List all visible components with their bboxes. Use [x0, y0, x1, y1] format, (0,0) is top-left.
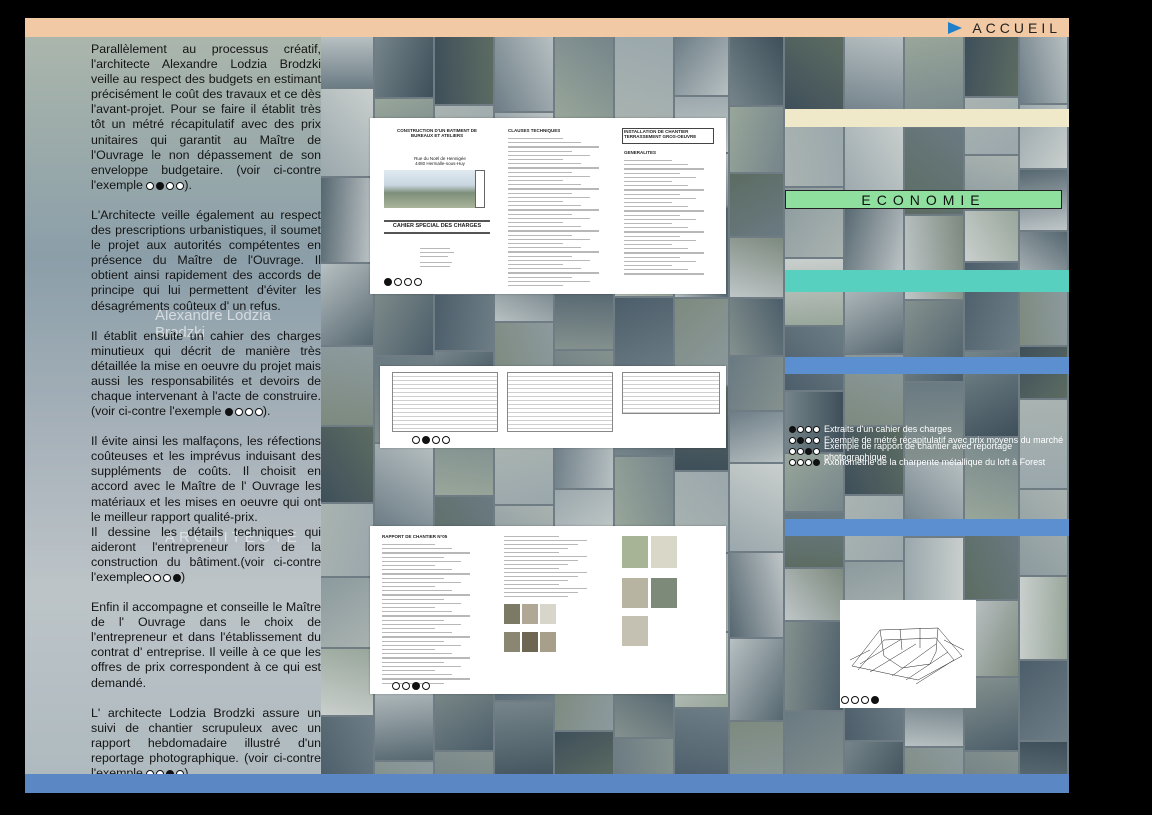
building-rendering-image — [384, 170, 484, 208]
photo-tile — [1020, 37, 1067, 103]
photo-tile — [321, 89, 373, 176]
photo-tile — [845, 121, 903, 200]
photo-tile — [785, 622, 843, 710]
top-bar: ACCUEIL — [25, 18, 1069, 37]
doc-col3-subtitle: GENERALITES — [624, 150, 657, 155]
example-dots-cahier — [224, 408, 263, 417]
example-dots-axo — [142, 574, 181, 582]
paragraph-budget: Parallèlement au processus créatif, l'ar… — [91, 42, 321, 192]
bottom-bar — [25, 774, 1069, 793]
accueil-nav-link[interactable]: ACCUEIL — [948, 18, 1061, 37]
legend-dots-icon — [789, 459, 820, 466]
photo-tile — [615, 37, 673, 125]
accueil-label: ACCUEIL — [972, 19, 1061, 36]
section-title-economie: ECONOMIE — [785, 190, 1062, 209]
photo-tile — [675, 709, 728, 780]
paragraph-malfacons: Il évite ainsi les malfaçons, les réfect… — [91, 434, 321, 524]
doc-dots — [384, 278, 422, 286]
photo-tile — [435, 37, 493, 104]
legend-item: Extraits d'un cahier des charges — [789, 424, 1069, 435]
photo-tile — [785, 259, 843, 325]
photo-tile — [321, 178, 373, 262]
photo-tile — [730, 174, 783, 236]
legend-label: Axonométrie de la charpente métallique d… — [824, 457, 1046, 467]
photo-tile — [965, 37, 1018, 96]
legend-dots-icon — [789, 426, 820, 433]
photo-tile — [1020, 291, 1067, 345]
paragraph-suivi: L' architecte Lodzia Brodzki assure un s… — [91, 706, 321, 781]
photo-tile — [785, 37, 843, 112]
legend-label: Extraits d'un cahier des charges — [824, 424, 952, 434]
photo-tile — [730, 464, 783, 551]
photo-tile — [845, 37, 903, 119]
legend-item: Axonométrie de la charpente métallique d… — [789, 457, 1069, 468]
doc-col3-title: INSTALLATION DE CHANTIER TERRASSEMENT GR… — [624, 129, 697, 139]
photo-tile — [730, 238, 783, 297]
photo-tile — [905, 538, 963, 609]
cahier-des-charges-document[interactable]: CONSTRUCTION D'UN BATIMENT DE BUREAUX ET… — [370, 118, 726, 294]
doc-dots — [392, 682, 430, 690]
legend-dots-icon — [789, 437, 820, 444]
photo-tile — [730, 107, 783, 172]
description-text: Parallèlement au processus créatif, l'ar… — [91, 42, 321, 793]
photo-tile — [321, 578, 373, 647]
photo-tile — [1020, 661, 1067, 740]
photo-tile — [730, 299, 783, 355]
doc-address: Rue du Noël de Hennigée 4480 Hermalle-so… — [414, 156, 466, 166]
photo-tile — [321, 717, 373, 780]
photo-tile — [375, 37, 433, 97]
photo-tile — [495, 448, 553, 504]
photo-tile — [785, 569, 843, 620]
photo-tile — [321, 37, 373, 87]
blue-band-2 — [785, 519, 1069, 536]
photo-tile — [435, 295, 493, 350]
photo-tile — [375, 687, 433, 760]
doc-col2-title: CLAUSES TECHNIQUES — [508, 128, 561, 133]
photo-tile — [730, 412, 783, 462]
photo-tile — [375, 444, 433, 526]
photo-tile — [675, 37, 728, 95]
photo-tile — [1020, 577, 1067, 659]
blue-band-1 — [785, 357, 1069, 374]
photo-tile — [321, 504, 373, 576]
page-canvas: Alexandre Lodzia Brodzki ARCHITECTE Para… — [25, 18, 1069, 793]
example-dots-metre — [146, 181, 185, 190]
photo-tile — [730, 37, 783, 105]
examples-legend: Extraits d'un cahier des charges Exemple … — [789, 424, 1069, 468]
beige-band — [785, 109, 1069, 127]
axo-dots — [841, 696, 879, 704]
metre-recapitulatif-document[interactable] — [380, 366, 726, 448]
paragraph-cahier: Il établit ensuite un cahier des charges… — [91, 328, 321, 419]
photo-tile — [730, 357, 783, 410]
photo-tile — [730, 553, 783, 637]
axonometrie-drawing[interactable] — [840, 600, 976, 708]
photo-tile — [845, 202, 903, 278]
photo-tile — [615, 457, 673, 530]
teal-band — [785, 270, 1069, 292]
doc-rapport-title: RAPPORT DE CHANTIER N°05 — [382, 534, 448, 539]
legend-item: Exemple de rapport de chantier avec repo… — [789, 441, 1069, 462]
photo-tile — [730, 639, 783, 720]
legend-dots-icon — [789, 448, 820, 455]
photo-tile — [321, 264, 373, 345]
photo-tile — [965, 211, 1018, 261]
photo-tile — [495, 37, 553, 111]
paragraph-details: Il dessine les détails techniques qui ai… — [91, 524, 321, 584]
paragraph-urbanisme: L'Architecte veille également au respect… — [91, 207, 321, 313]
photo-tile — [555, 37, 613, 118]
play-arrow-icon — [948, 21, 963, 34]
doc-dots — [412, 436, 450, 444]
doc-heading: CAHIER SPECIAL DES CHARGES — [392, 223, 482, 229]
photo-tile — [321, 427, 373, 502]
photo-tile — [321, 649, 373, 715]
rapport-de-chantier-document[interactable]: RAPPORT DE CHANTIER N°05 — [370, 526, 726, 694]
photo-tile — [321, 347, 373, 425]
paragraph-contrat: Enfin il accompagne et conseille le Maît… — [91, 600, 321, 690]
doc-title: CONSTRUCTION D'UN BATIMENT DE BUREAUX ET… — [397, 128, 477, 138]
